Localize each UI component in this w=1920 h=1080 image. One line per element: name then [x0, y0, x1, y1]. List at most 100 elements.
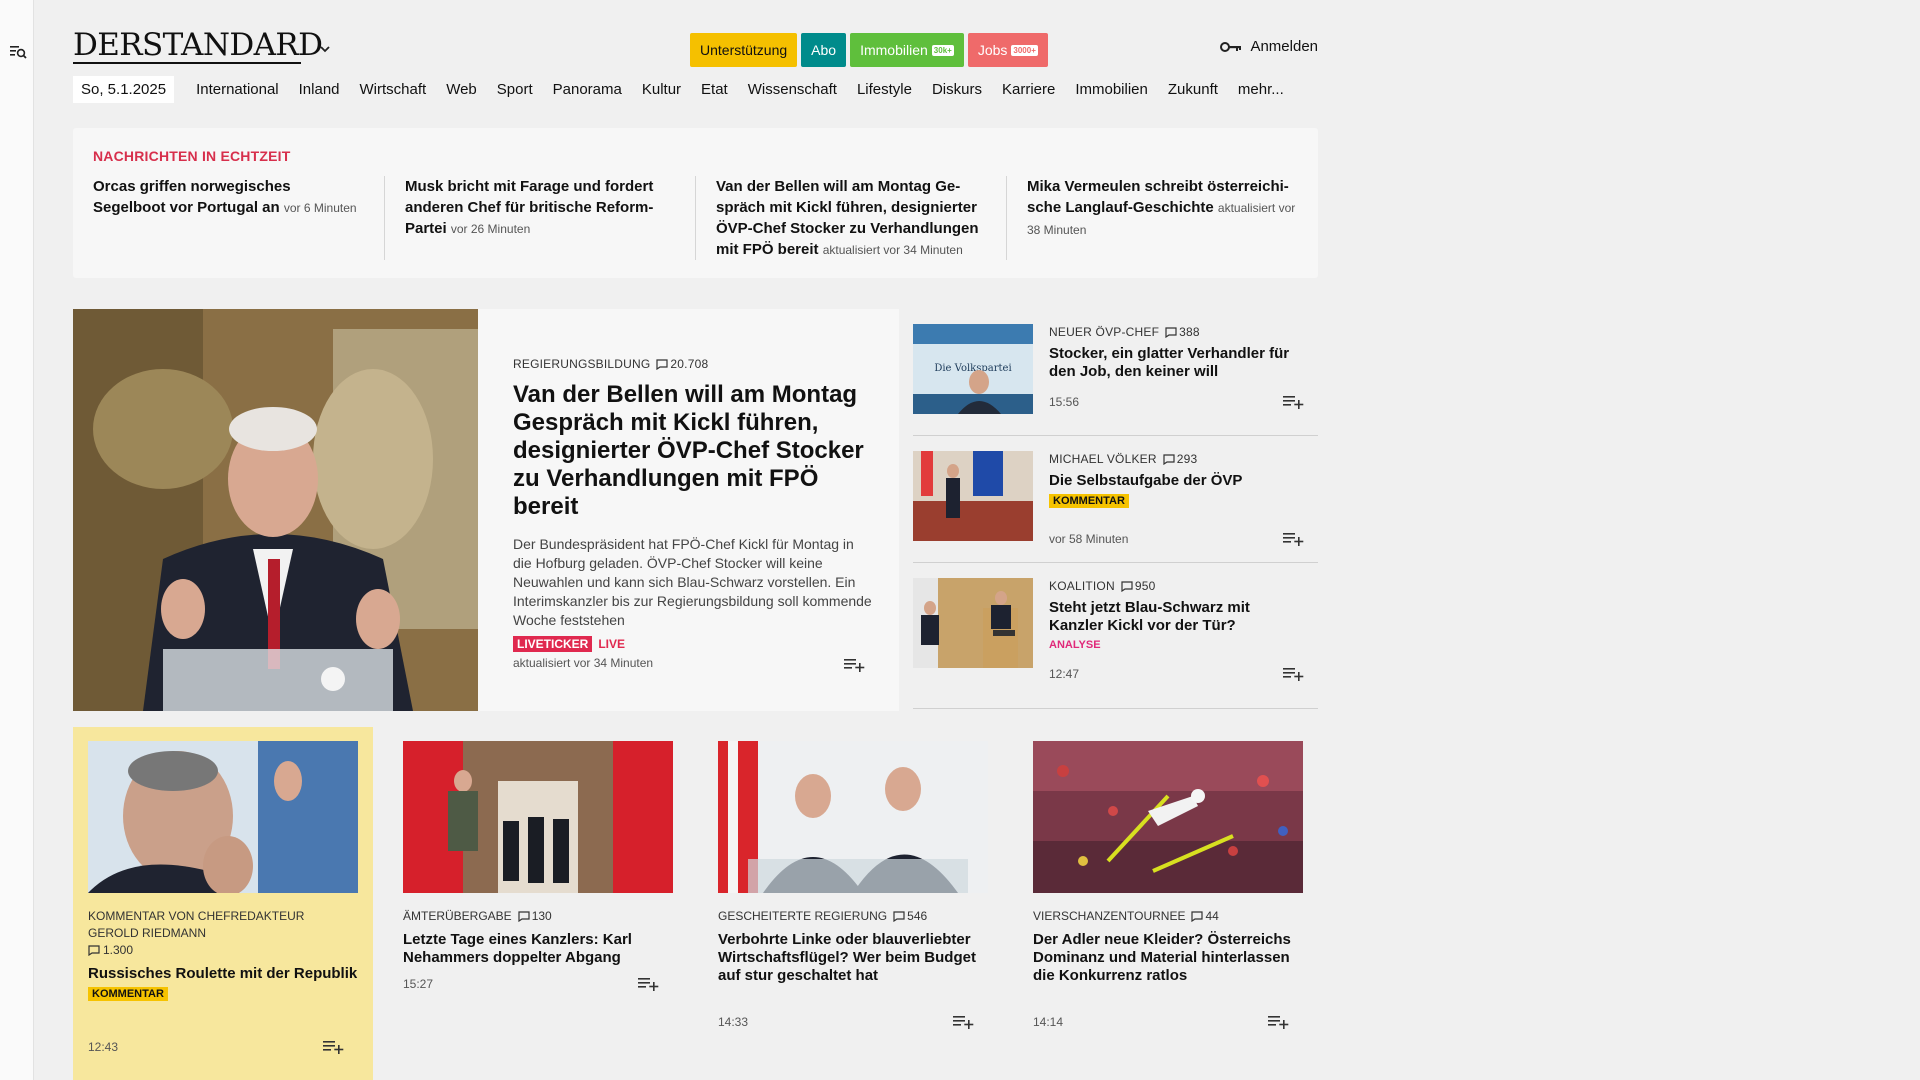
card-comments[interactable]: 546 [893, 908, 927, 925]
side-title[interactable]: Steht jetzt Blau-Schwarz mit Kanzler Kic… [1049, 599, 1304, 635]
hero-image[interactable] [73, 309, 478, 711]
jobs-tag: 3000+ [1011, 44, 1038, 56]
card-image[interactable] [88, 741, 358, 893]
hero-kicker-text: REGIERUNGSBILDUNG [513, 357, 651, 371]
add-to-list-icon[interactable] [322, 1039, 344, 1055]
side-title[interactable]: Die Selbstaufgabe der ÖVP [1049, 472, 1304, 490]
card-comment-count: 130 [531, 909, 552, 923]
hero-body: REGIERUNGSBILDUNG 20.708 Van der Bellen … [513, 357, 873, 652]
nav-item-etat[interactable]: Etat [691, 76, 738, 103]
add-to-list-icon[interactable] [952, 1014, 974, 1030]
side-comment-count: 388 [1179, 325, 1200, 339]
top-buttons: Unterstützung Abo Immobilien 30k+ Jobs 300… [690, 33, 1048, 67]
teaser-card[interactable]: GESCHEITERTE REGIERUNG 546 Verbohrte Lin… [703, 727, 1003, 1080]
comment-icon [893, 911, 905, 922]
teaser-card[interactable]: KOMMENTAR VON CHEFREDAKTEUR GEROLD RIEDM… [73, 727, 373, 1080]
side-article[interactable]: Die Volkspartei NEUER ÖVP-CHEF 388 Stock… [913, 309, 1318, 436]
card-title[interactable]: Verbohrte Linke oder blauverliebter Wirt… [718, 931, 988, 985]
hero-title[interactable]: Van der Bellen will am Montag Gespräch m… [513, 381, 873, 521]
menu-search-icon[interactable] [9, 43, 27, 61]
card-title[interactable]: Letzte Tage eines Kanzlers: Karl Nehamme… [403, 931, 673, 967]
realtime-item[interactable]: Orcas griffen norwegisches Segelboot vor… [73, 176, 384, 260]
site-logo[interactable]: DERSTANDARD [73, 28, 323, 62]
key-icon [1220, 41, 1242, 52]
add-to-list-icon[interactable] [843, 657, 865, 673]
card-kicker-text: VIERSCHANZENTOURNEE [1033, 909, 1186, 923]
immobilien-button[interactable]: Immobilien 30k+ [850, 33, 964, 67]
nav-item-more[interactable]: mehr... [1228, 76, 1294, 103]
realtime-item[interactable]: Musk bricht mit Farage und fordert ander… [384, 176, 695, 260]
support-button[interactable]: Unterstützung [690, 33, 798, 67]
nav-item-international[interactable]: International [186, 76, 289, 103]
chevron-down-icon[interactable] [318, 42, 332, 56]
hero-kicker: REGIERUNGSBILDUNG 20.708 [513, 357, 873, 371]
side-kicker: NEUER ÖVP-CHEF 388 [1049, 325, 1304, 339]
teaser-card[interactable]: ÄMTERÜBERGABE 130 Letzte Tage eines Kanz… [388, 727, 688, 1080]
card-kicker: ÄMTERÜBERGABE 130 [403, 908, 673, 925]
login-button[interactable]: Anmelden [1220, 38, 1318, 55]
nav-item-kultur[interactable]: Kultur [632, 76, 691, 103]
comment-icon [1163, 453, 1175, 465]
hero-comments[interactable]: 20.708 [656, 357, 708, 371]
add-to-list-icon[interactable] [1282, 666, 1304, 682]
nav-item-panorama[interactable]: Panorama [543, 76, 632, 103]
side-thumbnail[interactable] [913, 451, 1033, 541]
hero-photo [73, 309, 478, 711]
realtime-time: vor 6 Minuten [283, 201, 357, 215]
teaser-card[interactable]: VIERSCHANZENTOURNEE 44 Der Adler neue Kl… [1018, 727, 1318, 1080]
card-comments[interactable]: 1.300 [88, 942, 358, 959]
side-kicker-text: MICHAEL VÖLKER [1049, 452, 1157, 466]
hero-comment-count: 20.708 [670, 357, 709, 371]
comment-icon [656, 358, 669, 370]
card-time: 12:43 [88, 1040, 119, 1054]
abo-button[interactable]: Abo [801, 33, 847, 67]
realtime-headline: Orcas griffen norwegisches Segelboot vor… [93, 178, 291, 216]
card-kicker: GESCHEITERTE REGIERUNG 546 [718, 908, 988, 925]
jobs-label: Jobs [977, 42, 1008, 58]
nav-item-immobilien[interactable]: Immobilien [1065, 76, 1158, 103]
realtime-item[interactable]: Van der Bellen will am Montag Ge-spräch … [695, 176, 1006, 260]
side-comments[interactable]: 388 [1165, 325, 1200, 339]
nav-item-inland[interactable]: Inland [289, 76, 350, 103]
card-image[interactable] [1033, 741, 1303, 893]
hero-article[interactable]: REGIERUNGSBILDUNG 20.708 Van der Bellen … [73, 309, 899, 711]
card-photo [88, 741, 358, 893]
nav-item-diskurs[interactable]: Diskurs [922, 76, 992, 103]
side-article[interactable]: MICHAEL VÖLKER 293 Die Selbstaufgabe der… [913, 436, 1318, 563]
jobs-button[interactable]: Jobs 3000+ [967, 33, 1048, 67]
realtime-item[interactable]: Mika Vermeulen schreibt österreichi-sche… [1006, 176, 1317, 260]
card-image[interactable] [718, 741, 988, 893]
add-to-list-icon[interactable] [1282, 394, 1304, 410]
realtime-list: Orcas griffen norwegisches Segelboot vor… [73, 176, 1317, 260]
side-meta: NEUER ÖVP-CHEF 388 Stocker, ein glatter … [1049, 325, 1304, 381]
side-article[interactable]: KOALITION 950 Steht jetzt Blau-Schwarz m… [913, 563, 1318, 709]
nav-item-lifestyle[interactable]: Lifestyle [847, 76, 922, 103]
live-badge: LIVE [598, 637, 626, 651]
card-comments[interactable]: 44 [1191, 908, 1219, 925]
liveticker-badge: LIVETICKER [513, 636, 593, 652]
nav-item-web[interactable]: Web [436, 76, 487, 103]
nav-item-karriere[interactable]: Karriere [992, 76, 1065, 103]
card-meta: KOMMENTAR VON CHEFREDAKTEUR GEROLD RIEDM… [88, 908, 358, 1002]
nav-item-zukunft[interactable]: Zukunft [1158, 76, 1228, 103]
side-comments[interactable]: 293 [1163, 452, 1198, 466]
nav-item-wissenschaft[interactable]: Wissenschaft [738, 76, 847, 103]
comment-icon [518, 911, 530, 922]
side-thumbnail[interactable] [913, 578, 1033, 668]
add-to-list-icon[interactable] [1267, 1014, 1289, 1030]
add-to-list-icon[interactable] [1282, 531, 1304, 547]
add-to-list-icon[interactable] [637, 976, 659, 992]
card-comments[interactable]: 130 [518, 908, 552, 925]
side-thumbnail[interactable]: Die Volkspartei [913, 324, 1033, 414]
comment-icon [1121, 580, 1133, 592]
side-title[interactable]: Stocker, ein glatter Verhandler für den … [1049, 345, 1304, 381]
card-kicker: VIERSCHANZENTOURNEE 44 [1033, 908, 1303, 925]
card-image[interactable] [403, 741, 673, 893]
card-title[interactable]: Der Adler neue Kleider? Österreichs Domi… [1033, 931, 1303, 985]
side-kicker-text: KOALITION [1049, 579, 1115, 593]
nav-item-sport[interactable]: Sport [487, 76, 543, 103]
side-comments[interactable]: 950 [1121, 579, 1156, 593]
nav-item-wirtschaft[interactable]: Wirtschaft [350, 76, 437, 103]
card-title[interactable]: Russisches Roulette mit der Republik [88, 965, 358, 983]
card-meta: VIERSCHANZENTOURNEE 44 Der Adler neue Kl… [1033, 908, 1303, 985]
